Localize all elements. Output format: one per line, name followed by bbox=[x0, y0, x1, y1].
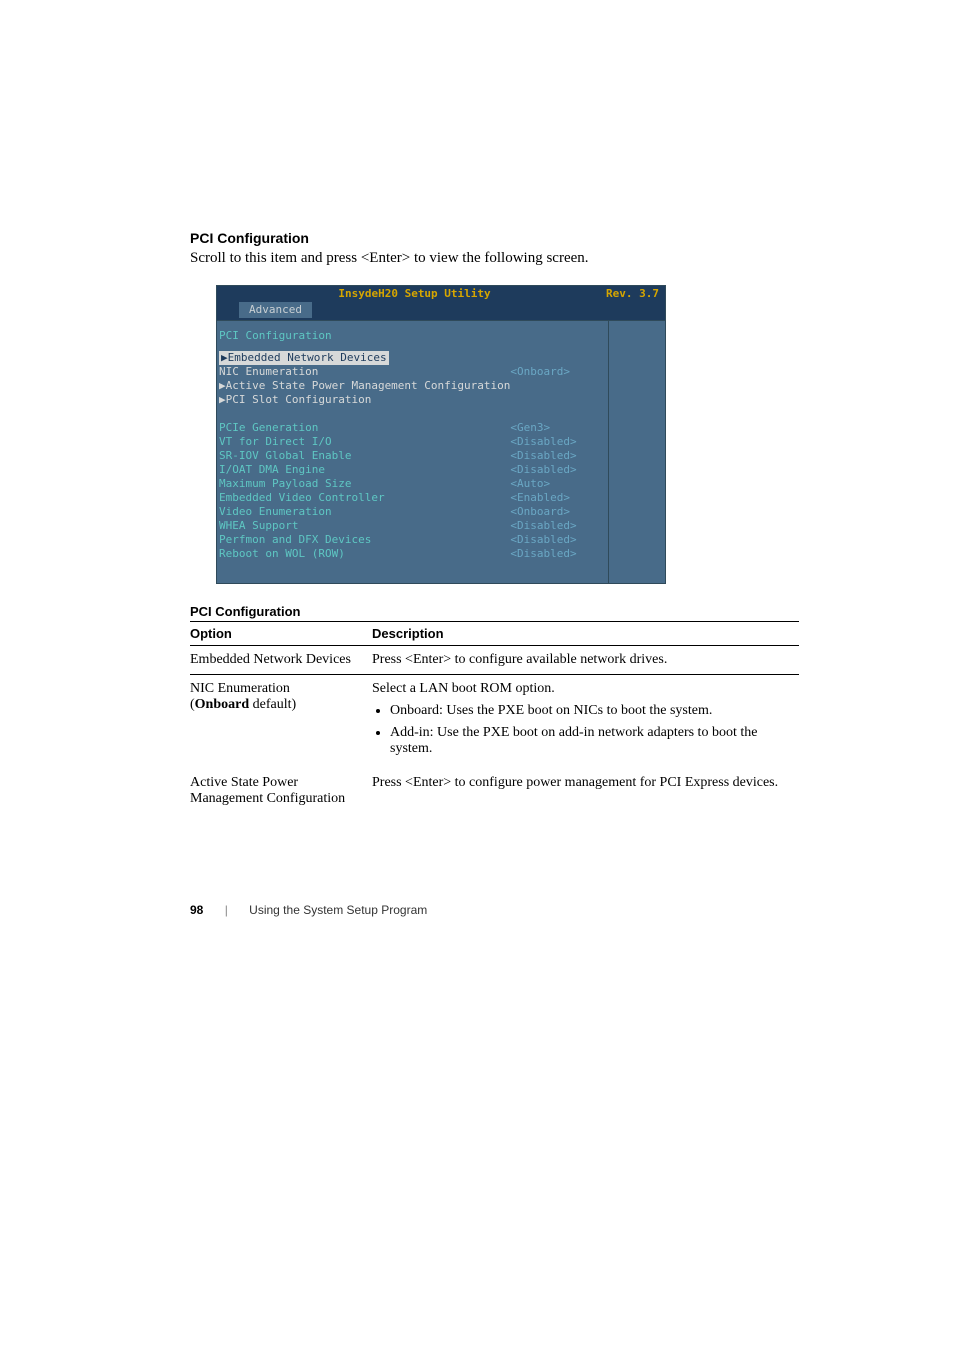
bios-item-label: ▶Active State Power Management Configura… bbox=[219, 379, 510, 393]
table-header-description: Description bbox=[372, 622, 799, 646]
bios-item-label: NIC Enumeration bbox=[219, 365, 510, 379]
bios-row: Reboot on WOL (ROW) <Disabled> bbox=[219, 547, 600, 561]
bios-row: ▶Active State Power Management Configura… bbox=[219, 379, 600, 393]
option-name: NIC Enumeration bbox=[190, 681, 290, 696]
bios-value: <Disabled> bbox=[510, 547, 600, 561]
bios-value: <Auto> bbox=[510, 477, 600, 491]
bios-item-label: Perfmon and DFX Devices bbox=[219, 533, 510, 547]
bios-item-label: VT for Direct I/O bbox=[219, 435, 510, 449]
table-row: NIC Enumeration (Onboard default) Select… bbox=[190, 675, 799, 770]
option-cell: Embedded Network Devices bbox=[190, 646, 372, 675]
bios-value: <Disabled> bbox=[510, 533, 600, 547]
bios-row: Maximum Payload Size <Auto> bbox=[219, 477, 600, 491]
bios-row: I/OAT DMA Engine <Disabled> bbox=[219, 463, 600, 477]
bios-row: WHEA Support <Disabled> bbox=[219, 519, 600, 533]
bios-row: ▶PCI Slot Configuration bbox=[219, 393, 600, 407]
bios-item-highlight: ▶Embedded Network Devices bbox=[219, 351, 389, 365]
description-bullets: Onboard: Uses the PXE boot on NICs to bo… bbox=[372, 703, 799, 757]
table-caption: PCI Configuration bbox=[190, 604, 799, 619]
bullet-item: Add-in: Use the PXE boot on add-in netwo… bbox=[390, 725, 799, 757]
bios-item-label: Video Enumeration bbox=[219, 505, 510, 519]
bios-item-label: ▶PCI Slot Configuration bbox=[219, 393, 510, 407]
page-number: 98 bbox=[190, 903, 203, 917]
option-cell: NIC Enumeration (Onboard default) bbox=[190, 675, 372, 770]
bios-row: NIC Enumeration <Onboard> bbox=[219, 365, 600, 379]
table-header-option: Option bbox=[190, 622, 372, 646]
bios-row: ▶Embedded Network Devices bbox=[219, 351, 600, 365]
footer-chapter: Using the System Setup Program bbox=[249, 903, 427, 917]
bios-tab-advanced: Advanced bbox=[239, 302, 312, 318]
bios-value: <Disabled> bbox=[510, 435, 600, 449]
bios-value: <Onboard> bbox=[510, 365, 600, 379]
bios-item-label: I/OAT DMA Engine bbox=[219, 463, 510, 477]
section-intro: Scroll to this item and press <Enter> to… bbox=[190, 250, 799, 267]
bios-item-label: Embedded Video Controller bbox=[219, 491, 510, 505]
bios-item-label: Reboot on WOL (ROW) bbox=[219, 547, 510, 561]
table-row: Active State Power Management Configurat… bbox=[190, 769, 799, 813]
option-cell: Active State Power Management Configurat… bbox=[190, 769, 372, 813]
bios-value: <Disabled> bbox=[510, 463, 600, 477]
bios-value: <Gen3> bbox=[510, 421, 600, 435]
bios-item-label: Maximum Payload Size bbox=[219, 477, 510, 491]
bios-value: <Disabled> bbox=[510, 519, 600, 533]
description-cell: Select a LAN boot ROM option. Onboard: U… bbox=[372, 675, 799, 770]
bios-screenshot: InsydeH20 Setup Utility Rev. 3.7 Advance… bbox=[216, 285, 666, 584]
footer-separator-icon: | bbox=[225, 903, 228, 917]
bios-item-label: SR-IOV Global Enable bbox=[219, 449, 510, 463]
page-footer: 98 | Using the System Setup Program bbox=[190, 903, 799, 917]
bios-title: InsydeH20 Setup Utility bbox=[338, 287, 490, 301]
description-lead: Select a LAN boot ROM option. bbox=[372, 681, 555, 696]
bios-value: <Disabled> bbox=[510, 449, 600, 463]
option-note-suffix: default) bbox=[249, 697, 296, 712]
bios-row: PCIe Generation <Gen3> bbox=[219, 421, 600, 435]
bios-row: Perfmon and DFX Devices <Disabled> bbox=[219, 533, 600, 547]
bios-row: SR-IOV Global Enable <Disabled> bbox=[219, 449, 600, 463]
bullet-item: Onboard: Uses the PXE boot on NICs to bo… bbox=[390, 703, 799, 719]
bios-value bbox=[510, 393, 600, 407]
description-cell: Press <Enter> to configure available net… bbox=[372, 646, 799, 675]
option-default-bold: Onboard bbox=[195, 697, 249, 712]
bios-item-label: PCIe Generation bbox=[219, 421, 510, 435]
options-table: Option Description Embedded Network Devi… bbox=[190, 621, 799, 813]
bios-revision: Rev. 3.7 bbox=[606, 287, 659, 301]
bios-value: <Enabled> bbox=[510, 491, 600, 505]
bios-subheading: PCI Configuration bbox=[219, 329, 600, 343]
bios-item-label: WHEA Support bbox=[219, 519, 510, 533]
bios-tab-row: Advanced bbox=[217, 302, 665, 320]
bios-body-left: PCI Configuration ▶Embedded Network Devi… bbox=[217, 321, 609, 583]
bios-value bbox=[510, 379, 600, 393]
bios-titlebar: InsydeH20 Setup Utility Rev. 3.7 bbox=[217, 286, 665, 302]
bios-row: Video Enumeration <Onboard> bbox=[219, 505, 600, 519]
bios-body-right bbox=[609, 321, 665, 583]
bios-row: Embedded Video Controller <Enabled> bbox=[219, 491, 600, 505]
bios-row: VT for Direct I/O <Disabled> bbox=[219, 435, 600, 449]
table-row: Embedded Network Devices Press <Enter> t… bbox=[190, 646, 799, 675]
bios-value: <Onboard> bbox=[510, 505, 600, 519]
section-heading: PCI Configuration bbox=[190, 230, 799, 246]
bios-value bbox=[510, 351, 600, 365]
description-cell: Press <Enter> to configure power managem… bbox=[372, 769, 799, 813]
